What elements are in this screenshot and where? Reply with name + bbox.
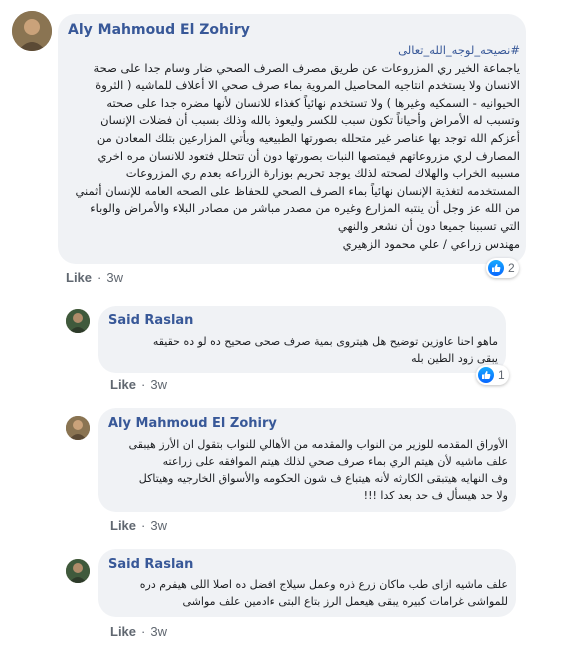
comment-timestamp[interactable]: 3w [106,270,123,285]
like-button[interactable]: Like [110,518,136,533]
comment-actions: Like · 3w [110,624,167,639]
like-button[interactable]: Like [66,270,92,285]
comment-timestamp[interactable]: 3w [150,518,167,533]
comment-actions: Like · 3w [110,518,167,533]
comment-line: مسببه الخراب والهلاك لصحته لذلك يوجد تحر… [125,166,520,181]
comment-timestamp[interactable]: 3w [150,624,167,639]
comment-text: #نصيحه_لوجه_الله_تعالى ياجماعة الخير ري … [68,42,520,253]
thumbs-up-icon [478,367,494,383]
reaction-count: 1 [498,368,505,382]
like-button[interactable]: Like [110,624,136,639]
comment-line: ماهو احنا عاوزين توضيح هل هيتروى بمية صر… [152,335,498,348]
comment-line: التي تسببنا جميعا دون أن نشعر والنهي [337,218,520,233]
avatar[interactable] [66,559,90,583]
comment-line: يبقى زود الطين بله [411,352,498,365]
comment-author[interactable]: Said Raslan [108,313,193,328]
comment-actions: Like · 3w [66,270,123,285]
hashtag[interactable]: #نصيحه_لوجه_الله_تعالى [68,42,520,60]
reaction-summary[interactable]: 1 [476,365,509,385]
comment-line: الأوراق المقدمه للوزير من النواب والمقدم… [128,438,508,451]
comment-line: الحيوانيه - السمكيه وغيرها ) ولا تستخدم … [106,95,520,110]
comment-line: علف ماشيه ازاى طب ماكان زرع ذره وعمل سيل… [139,578,508,591]
comment-line: وف النهايه هيتبقى الكارثه لأنه هيتباع ف … [138,472,508,485]
comment-text: علف ماشيه ازاى طب ماكان زرع ذره وعمل سيل… [108,576,508,610]
comment-text: الأوراق المقدمه للوزير من النواب والمقدم… [108,436,508,504]
avatar[interactable] [66,416,90,440]
comment-line: المصارف لري مزروعاتهم فيمتصها النبات بصو… [97,148,520,163]
comment-timestamp[interactable]: 3w [150,377,167,392]
comment-line: ولا حد هيسأل ف حد بعد كدا !!! [363,489,508,502]
comment-line: أعزكم الله توجد بها عناصر غير متحلله بصو… [96,130,520,145]
comment-author[interactable]: Said Raslan [108,557,193,572]
comment-line: الانسان ولا يستخدم انتاجيه المحاصيل المر… [95,78,520,93]
reaction-summary[interactable]: 2 [486,258,519,278]
comment-text: ماهو احنا عاوزين توضيح هل هيتروى بمية صر… [108,333,498,367]
comment-line: علف ماشيه لأن هيتم الري بماء صرف صحي لذل… [162,455,508,468]
thumbs-up-icon [488,260,504,276]
comment-line: ياجماعة الخير ري المزروعات عن طريق مصرف … [93,60,520,75]
avatar[interactable] [12,11,52,51]
avatar[interactable] [66,309,90,333]
comment-line: مهندس زراعي / علي محمود الزهيري [342,236,520,251]
reaction-count: 2 [508,261,515,275]
comment-line: وتسبب له الأمراض وأحياناً تكون سبب للكسر… [100,113,520,128]
comment-line: المستخدمه لتغذية الإنسان نهائياً بماء ال… [75,183,520,198]
comment-line: من الله عز وجل أن ينتبه المزارع وغيره من… [90,201,520,216]
comment-author[interactable]: Aly Mahmoud El Zohiry [68,22,250,38]
like-button[interactable]: Like [110,377,136,392]
comment-actions: Like · 3w [110,377,167,392]
comment-author[interactable]: Aly Mahmoud El Zohiry [108,416,277,431]
comment-line: للمواشى غرامات كبيره يبقى هيعمل الرز بتا… [182,595,508,608]
